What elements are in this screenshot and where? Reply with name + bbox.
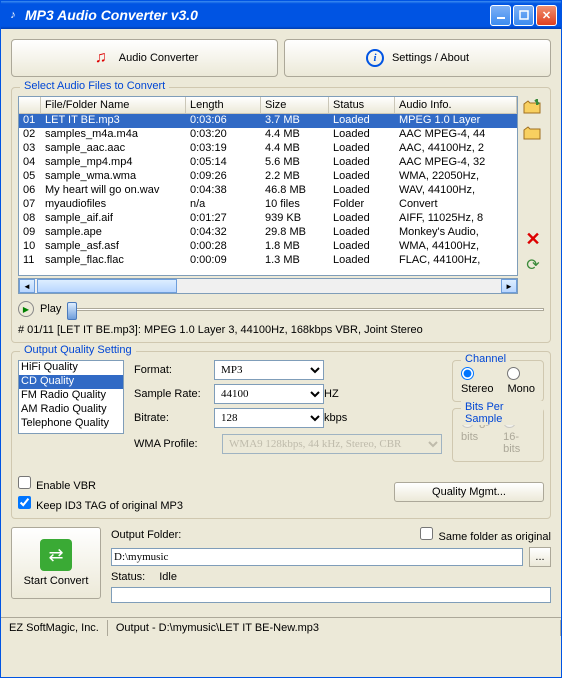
quality-mgmt-button[interactable]: Quality Mgmt... bbox=[394, 482, 544, 502]
audio-converter-label: Audio Converter bbox=[119, 52, 199, 64]
col-status[interactable]: Status bbox=[329, 97, 395, 113]
files-fieldset: Select Audio Files to Convert File/Folde… bbox=[11, 87, 551, 343]
files-legend: Select Audio Files to Convert bbox=[20, 80, 169, 92]
table-row[interactable]: 04sample_mp4.mp40:05:145.6 MBLoadedAAC M… bbox=[19, 156, 517, 170]
scroll-thumb[interactable] bbox=[37, 279, 177, 293]
rate-label: Sample Rate: bbox=[134, 388, 214, 400]
col-name[interactable]: File/Folder Name bbox=[41, 97, 186, 113]
info-icon: i bbox=[366, 49, 384, 67]
bits-box: Bits Per Sample 8-bits 16-bits bbox=[452, 408, 544, 462]
mono-radio[interactable]: Mono bbox=[507, 367, 535, 395]
progress-bar bbox=[111, 587, 551, 603]
col-info[interactable]: Audio Info. bbox=[395, 97, 517, 113]
preset-item[interactable]: CD Quality bbox=[19, 375, 123, 389]
browse-button[interactable]: ... bbox=[529, 547, 551, 567]
music-notes-icon: ♫ bbox=[91, 49, 111, 67]
table-row[interactable]: 05sample_wma.wma0:09:262.2 MBLoadedWMA, … bbox=[19, 170, 517, 184]
format-select[interactable]: MP3 bbox=[214, 360, 324, 380]
app-icon: ♪ bbox=[5, 7, 21, 23]
preset-item[interactable]: AM Radio Quality bbox=[19, 403, 123, 417]
horizontal-scrollbar[interactable]: ◄ ► bbox=[18, 278, 518, 294]
bitrate-select[interactable]: 128 bbox=[214, 408, 324, 428]
play-icon[interactable]: ▶ bbox=[18, 301, 34, 317]
bitrate-unit: kbps bbox=[324, 412, 354, 424]
window-title: MP3 Audio Converter v3.0 bbox=[25, 7, 490, 23]
rate-unit: HZ bbox=[324, 388, 354, 400]
channel-box: Channel Stereo Mono bbox=[452, 360, 544, 402]
wma-label: WMA Profile: bbox=[134, 438, 214, 450]
quality-preset-list[interactable]: HiFi QualityCD QualityFM Radio QualityAM… bbox=[18, 360, 124, 434]
refresh-button[interactable]: ⟳ bbox=[522, 254, 544, 276]
file-table[interactable]: File/Folder Name Length Size Status Audi… bbox=[18, 96, 518, 276]
quality-legend: Output Quality Setting bbox=[20, 344, 136, 356]
status-output: Output - D:\mymusic\LET IT BE-New.mp3 bbox=[108, 620, 561, 636]
output-folder-input[interactable] bbox=[111, 548, 523, 566]
settings-about-button[interactable]: i Settings / About bbox=[284, 39, 551, 77]
table-row[interactable]: 11sample_flac.flac0:00:091.3 MBLoadedFLA… bbox=[19, 254, 517, 268]
rate-select[interactable]: 44100 bbox=[214, 384, 324, 404]
col-size[interactable]: Size bbox=[261, 97, 329, 113]
table-row[interactable]: 06My heart will go on.wav0:04:3846.8 MBL… bbox=[19, 184, 517, 198]
settings-about-label: Settings / About bbox=[392, 52, 469, 64]
output-folder-label: Output Folder: bbox=[111, 529, 193, 541]
col-length[interactable]: Length bbox=[186, 97, 261, 113]
table-row[interactable]: 07myaudiofilesn/a10 filesFolderConvert bbox=[19, 198, 517, 212]
quality-fieldset: Output Quality Setting HiFi QualityCD Qu… bbox=[11, 351, 551, 519]
status-label: Status: bbox=[111, 571, 145, 583]
status-company: EZ SoftMagic, Inc. bbox=[1, 620, 108, 636]
enable-vbr-checkbox[interactable]: Enable VBR bbox=[18, 476, 96, 492]
preset-item[interactable]: FM Radio Quality bbox=[19, 389, 123, 403]
status-value: Idle bbox=[159, 571, 177, 583]
add-folder-button[interactable] bbox=[522, 122, 544, 144]
maximize-button[interactable] bbox=[513, 5, 534, 26]
close-button[interactable]: ✕ bbox=[536, 5, 557, 26]
scroll-right-button[interactable]: ► bbox=[501, 279, 517, 293]
channel-legend: Channel bbox=[461, 353, 510, 365]
convert-icon: ⇄ bbox=[40, 539, 72, 571]
table-row[interactable]: 01LET IT BE.mp30:03:063.7 MBLoadedMPEG 1… bbox=[19, 114, 517, 128]
scroll-left-button[interactable]: ◄ bbox=[19, 279, 35, 293]
statusbar: EZ SoftMagic, Inc. Output - D:\mymusic\L… bbox=[1, 617, 561, 637]
titlebar: ♪ MP3 Audio Converter v3.0 ✕ bbox=[1, 1, 561, 29]
bits-legend: Bits Per Sample bbox=[461, 401, 543, 425]
table-header: File/Folder Name Length Size Status Audi… bbox=[19, 97, 517, 114]
table-row[interactable]: 08sample_aif.aif0:01:27939 KBLoadedAIFF,… bbox=[19, 212, 517, 226]
track-info: # 01/11 [LET IT BE.mp3]: MPEG 1.0 Layer … bbox=[18, 324, 544, 336]
table-row[interactable]: 10sample_asf.asf0:00:281.8 MBLoadedWMA, … bbox=[19, 240, 517, 254]
play-slider[interactable] bbox=[67, 300, 544, 318]
table-row[interactable]: 02samples_m4a.m4a0:03:204.4 MBLoadedAAC … bbox=[19, 128, 517, 142]
format-label: Format: bbox=[134, 364, 214, 376]
audio-converter-button[interactable]: ♫ Audio Converter bbox=[11, 39, 278, 77]
minimize-button[interactable] bbox=[490, 5, 511, 26]
stereo-radio[interactable]: Stereo bbox=[461, 367, 493, 395]
bitrate-label: Bitrate: bbox=[134, 412, 214, 424]
remove-button[interactable]: ✕ bbox=[522, 228, 544, 250]
start-convert-button[interactable]: ⇄ Start Convert bbox=[11, 527, 101, 599]
add-file-button[interactable] bbox=[522, 96, 544, 118]
table-row[interactable]: 03sample_aac.aac0:03:194.4 MBLoadedAAC, … bbox=[19, 142, 517, 156]
preset-item[interactable]: Telephone Quality bbox=[19, 417, 123, 431]
app-window: ♪ MP3 Audio Converter v3.0 ✕ ♫ Audio Con… bbox=[0, 0, 562, 678]
play-label: Play bbox=[40, 303, 61, 315]
same-folder-checkbox[interactable]: Same folder as original bbox=[420, 527, 551, 543]
table-row[interactable]: 09sample.ape0:04:3229.8 MBLoadedMonkey's… bbox=[19, 226, 517, 240]
col-num[interactable] bbox=[19, 97, 41, 113]
start-convert-label: Start Convert bbox=[24, 575, 89, 587]
wma-select: WMA9 128kbps, 44 kHz, Stereo, CBR bbox=[222, 434, 442, 454]
keep-id3-checkbox[interactable]: Keep ID3 TAG of original MP3 bbox=[18, 496, 183, 512]
preset-item[interactable]: HiFi Quality bbox=[19, 361, 123, 375]
